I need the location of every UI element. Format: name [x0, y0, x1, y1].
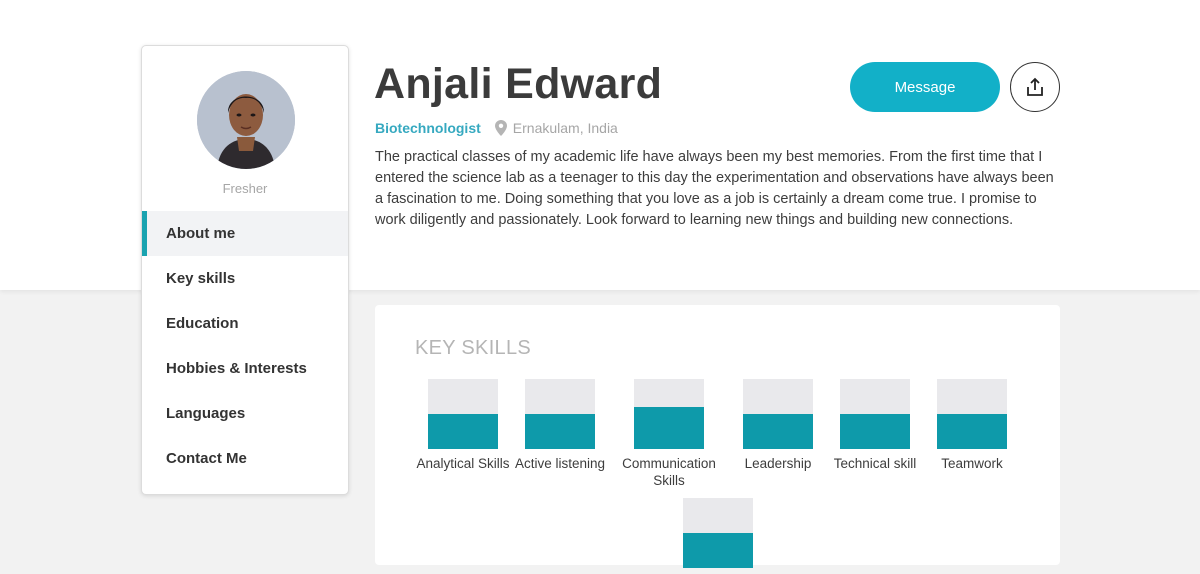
sidebar-item-contact[interactable]: Contact Me — [142, 436, 348, 481]
profile-bio: The practical classes of my academic lif… — [375, 149, 1054, 228]
skill-bar — [937, 379, 1007, 449]
profile-sidebar: Fresher About me Key skills Education Ho… — [141, 45, 349, 495]
share-icon — [1027, 77, 1043, 96]
sidebar-nav: About me Key skills Education Hobbies & … — [142, 211, 348, 481]
skill-bar — [683, 498, 753, 568]
skill-bar-fill — [937, 414, 1007, 449]
skill-label: Teamwork — [941, 456, 1003, 471]
skill-bar — [428, 379, 498, 449]
avatar[interactable] — [197, 71, 295, 169]
sidebar-item-hobbies[interactable]: Hobbies & Interests — [142, 346, 348, 391]
skill-bar — [840, 379, 910, 449]
message-button[interactable]: Message — [850, 62, 1000, 112]
skill-bar-fill — [743, 414, 813, 449]
skill-bar-fill — [840, 414, 910, 449]
profile-name: Anjali Edward — [374, 60, 663, 108]
skill-label: Active listening — [514, 456, 606, 471]
skill-item — [663, 498, 773, 574]
skill-bar-fill — [634, 407, 704, 449]
skill-bar — [743, 379, 813, 449]
skill-bar — [525, 379, 595, 449]
sidebar-item-key-skills[interactable]: Key skills — [142, 256, 348, 301]
skill-label: Technical skill — [833, 456, 917, 471]
skill-bar-fill — [525, 414, 595, 449]
skill-bar-fill — [683, 533, 753, 568]
skill-item: Leadership — [723, 379, 833, 472]
sidebar-item-about-me[interactable]: About me — [142, 211, 348, 256]
share-button[interactable] — [1010, 62, 1060, 112]
sidebar-item-education[interactable]: Education — [142, 301, 348, 346]
skill-item: Teamwork — [917, 379, 1027, 472]
skill-item: Active listening — [505, 379, 615, 472]
skill-label: Analytical Skills — [416, 456, 510, 471]
sidebar-item-languages[interactable]: Languages — [142, 391, 348, 436]
profile-location: Ernakulam, India — [512, 120, 618, 136]
avatar-photo-icon — [197, 71, 295, 169]
skill-label: Leadership — [744, 456, 812, 471]
skill-item: Communication Skills — [614, 379, 724, 489]
skills-title: KEY SKILLS — [415, 337, 532, 359]
skill-item: Technical skill — [820, 379, 930, 472]
career-status: Fresher — [222, 181, 268, 196]
profile-role: Biotechnologist — [375, 120, 481, 136]
skill-bar — [634, 379, 704, 449]
skill-item: Analytical Skills — [408, 379, 518, 472]
profile-meta: Biotechnologist Ernakulam, India — [375, 120, 618, 136]
location-pin-icon — [494, 120, 507, 136]
key-skills-card: KEY SKILLS Analytical Skills Active list… — [375, 305, 1060, 568]
skill-label: Communication Skills — [622, 456, 716, 488]
skill-bar-fill — [428, 414, 498, 449]
